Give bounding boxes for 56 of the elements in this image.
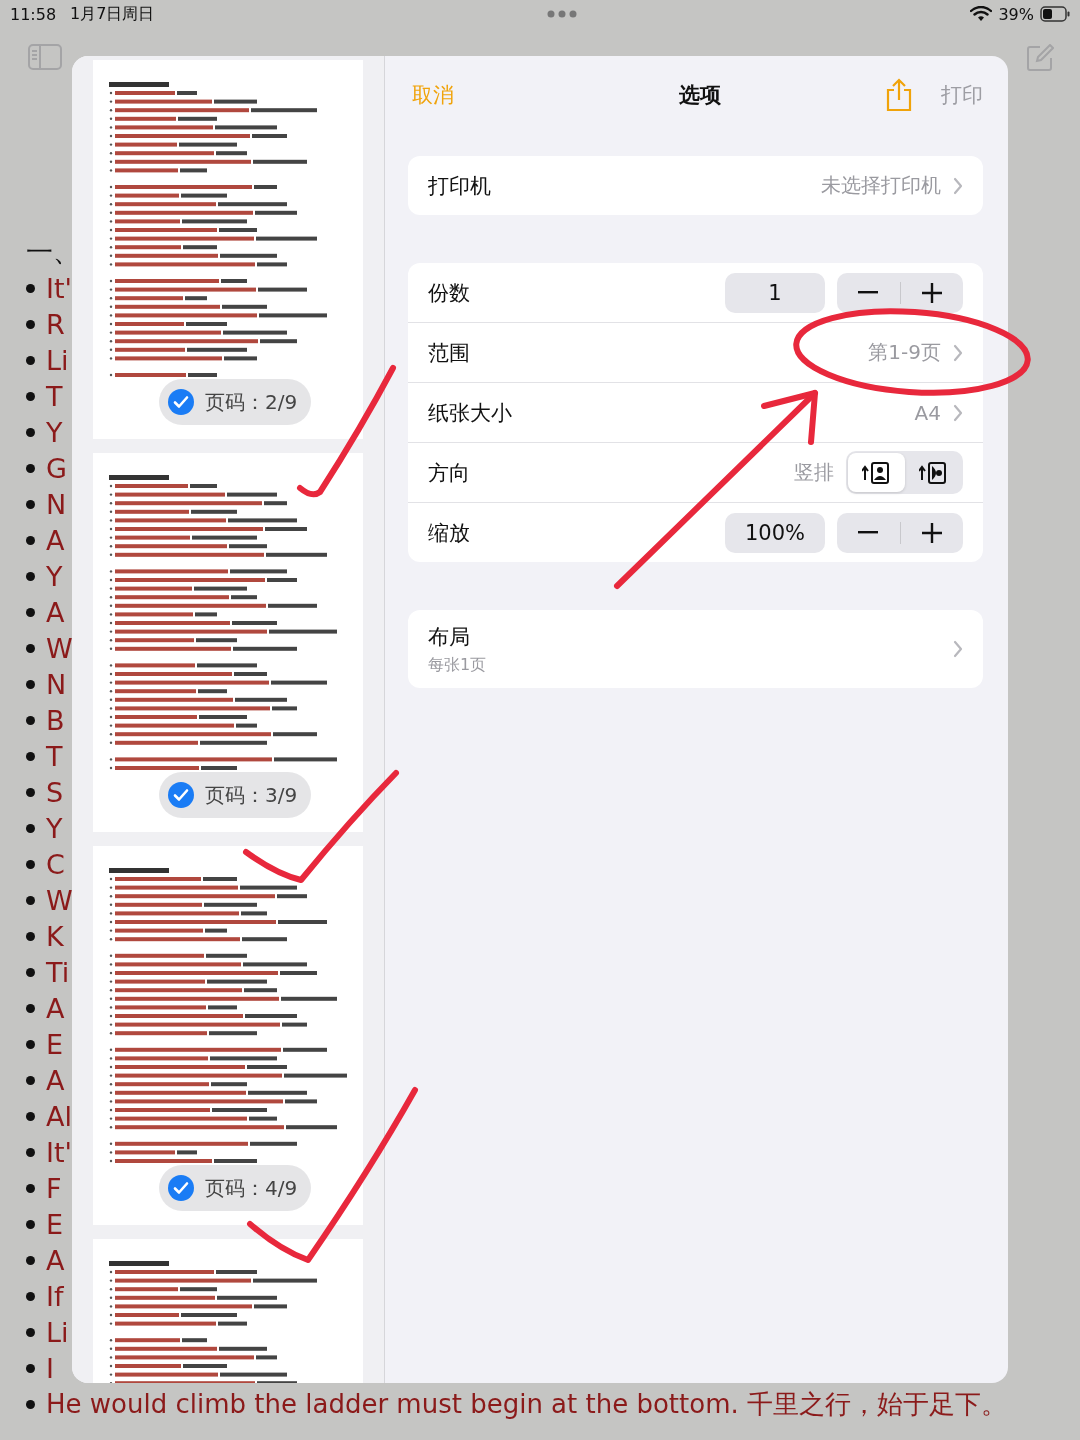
setting-label: 纸张大小 [428, 399, 513, 427]
note-heading: 一、 [26, 235, 81, 269]
note-line: E [46, 1028, 64, 1060]
note-line: Al [46, 1100, 72, 1132]
status-time: 11:58 [10, 4, 57, 24]
setting-label: 布局 [428, 623, 471, 651]
value-field[interactable]: 100% [725, 512, 825, 553]
note-line: Y [46, 812, 63, 844]
setting-label: 缩放 [428, 519, 471, 547]
note-line: Ti [46, 956, 70, 988]
note-line: He would climb the ladder must begin at the bottom. 千里之行，始于足下。 [46, 1387, 1007, 1421]
value-field[interactable]: 1 [725, 272, 825, 313]
printer-row[interactable]: 打印机 未选择打印机 [408, 156, 983, 215]
note-line: G [46, 452, 67, 484]
setting-label: 范围 [428, 339, 471, 367]
note-line: N [46, 488, 67, 520]
note-line: W [46, 884, 73, 916]
note-line: I [46, 1352, 54, 1384]
note-line: Li [46, 344, 69, 376]
layout-row[interactable]: 布局 每张1页 [408, 610, 983, 688]
note-line: Y [46, 560, 63, 592]
note-line: T [46, 380, 63, 412]
note-line: E [46, 1208, 64, 1240]
note-line: A [46, 524, 65, 556]
setting-value: 竖排 [794, 459, 834, 486]
note-line: N [46, 668, 67, 700]
page-badge[interactable]: 页码：4/9 [159, 1165, 312, 1211]
note-line: W [46, 632, 73, 664]
note-line: R [46, 308, 65, 340]
note-line: C [46, 848, 65, 880]
note-line: If [46, 1280, 64, 1312]
note-line: A [46, 1064, 65, 1096]
page-badge[interactable]: 页码：2/9 [159, 379, 312, 425]
setting-detail: 每张1页 [428, 654, 488, 676]
setting-label: 打印机 [428, 172, 492, 200]
note-line: K [46, 920, 64, 952]
note-line: A [46, 1244, 65, 1276]
status-date: 1月7日周日 [70, 3, 155, 25]
setting-label: 方向 [428, 459, 471, 487]
battery-percent: 39% [998, 4, 1034, 24]
setting-value: 第1-9页 [868, 339, 941, 366]
setting-value: A4 [914, 400, 941, 425]
note-line: Y [46, 416, 63, 448]
note-line: S [46, 776, 64, 808]
note-line: T [46, 740, 63, 772]
note-line: A [46, 596, 65, 628]
setting-label: 份数 [428, 279, 471, 307]
sheet-title: 选项 [677, 82, 722, 109]
note-line: F [46, 1172, 62, 1204]
page-badge[interactable]: 页码：3/9 [159, 772, 312, 818]
setting-value: 未选择打印机 [821, 172, 941, 199]
note-line: A [46, 992, 65, 1024]
note-line: B [46, 704, 65, 736]
note-line: It' [46, 1136, 72, 1168]
note-line: It' [46, 272, 72, 304]
note-line: Li [46, 1316, 69, 1348]
